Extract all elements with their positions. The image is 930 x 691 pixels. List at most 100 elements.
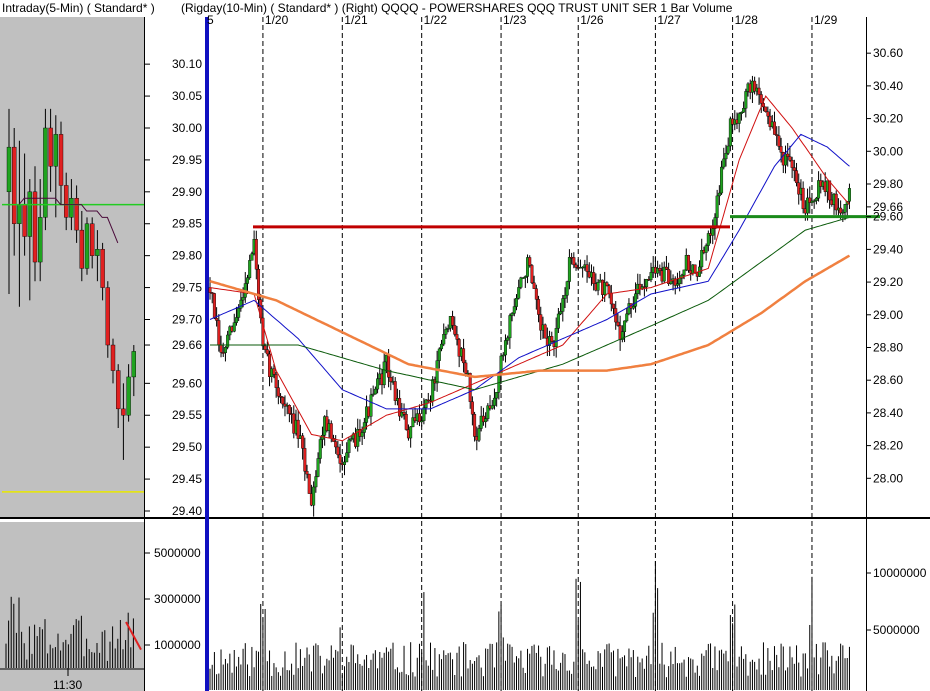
price-bar bbox=[550, 336, 554, 342]
intraday-bar bbox=[115, 370, 121, 410]
price-bar bbox=[272, 368, 276, 375]
price-bar bbox=[779, 146, 783, 153]
price-tick-label: 29.75 bbox=[172, 281, 202, 295]
intraday-bar bbox=[48, 127, 53, 167]
left-pane-title: Intraday(5-Min) ( Standard* ) bbox=[2, 1, 155, 15]
price-bar bbox=[623, 320, 627, 332]
price-tick-label: 29.40 bbox=[172, 504, 202, 518]
price-bar bbox=[532, 282, 536, 289]
intraday-bar bbox=[32, 191, 38, 263]
price-bar bbox=[534, 288, 538, 300]
price-bar bbox=[212, 293, 216, 319]
price-bar bbox=[276, 387, 280, 397]
price-bar bbox=[814, 197, 818, 201]
left-pane-bg bbox=[0, 17, 144, 517]
price-bar bbox=[704, 245, 708, 253]
intraday-volume-tick-label: 5000000 bbox=[154, 546, 201, 560]
price-bar bbox=[519, 277, 523, 288]
price-bar bbox=[649, 272, 653, 281]
price-bar bbox=[537, 299, 541, 315]
price-bar bbox=[404, 414, 408, 430]
price-bar bbox=[473, 414, 477, 437]
price-bar bbox=[389, 377, 393, 382]
intraday-bar bbox=[38, 217, 43, 263]
price-bar bbox=[470, 401, 474, 415]
price-bar bbox=[281, 397, 285, 405]
cursor-line[interactable] bbox=[205, 17, 209, 691]
price-bar bbox=[788, 156, 792, 161]
price-bar bbox=[318, 439, 322, 459]
price-bar bbox=[530, 265, 534, 284]
price-tick-label: 29.66 bbox=[172, 338, 202, 352]
price-bar bbox=[678, 278, 682, 285]
price-bar bbox=[237, 307, 241, 318]
price-bar bbox=[711, 228, 715, 236]
right-price-tick-label: 29.00 bbox=[873, 308, 903, 322]
price-tick-label: 29.95 bbox=[172, 153, 202, 167]
price-bar bbox=[631, 306, 635, 309]
price-bar bbox=[792, 167, 796, 171]
price-bar bbox=[343, 461, 347, 465]
price-bar bbox=[543, 324, 547, 339]
right-price-tick-label: 28.80 bbox=[873, 340, 903, 354]
price-bar bbox=[556, 313, 560, 329]
price-bar bbox=[616, 321, 620, 326]
right-price-tick-label: 29.80 bbox=[873, 177, 903, 191]
date-label: 1/27 bbox=[657, 13, 681, 27]
intraday-bar bbox=[100, 249, 105, 288]
price-bar bbox=[369, 394, 373, 417]
price-bar bbox=[484, 418, 488, 423]
price-bar bbox=[772, 121, 776, 135]
price-tick-label: 30.00 bbox=[172, 121, 202, 135]
moving-average-orange bbox=[209, 254, 851, 379]
price-bar bbox=[612, 303, 616, 309]
price-bar bbox=[605, 282, 609, 286]
price-bar bbox=[435, 360, 439, 384]
price-bar bbox=[790, 160, 794, 168]
intraday-bar bbox=[74, 198, 79, 231]
price-tick-label: 30.10 bbox=[172, 57, 202, 71]
price-bar bbox=[329, 423, 333, 439]
price-bar bbox=[360, 432, 364, 437]
price-bar bbox=[700, 250, 704, 268]
volume-tick-label: 10000000 bbox=[873, 566, 927, 580]
price-bar bbox=[737, 113, 741, 124]
price-bar bbox=[777, 135, 781, 147]
price-bar bbox=[565, 281, 569, 296]
intraday-bar bbox=[121, 408, 126, 416]
price-tick-label: 30.05 bbox=[172, 89, 202, 103]
date-label: 1/23 bbox=[503, 13, 527, 27]
price-bar bbox=[234, 317, 238, 323]
date-label: 1/20 bbox=[265, 13, 289, 27]
price-bar bbox=[437, 348, 441, 361]
price-tick-label: 29.55 bbox=[172, 408, 202, 422]
intraday-bar bbox=[79, 229, 85, 269]
moving-average-green bbox=[210, 216, 850, 391]
intraday-bar bbox=[53, 134, 58, 167]
price-bar bbox=[265, 349, 269, 355]
right-price-tick-label: 30.00 bbox=[873, 144, 903, 158]
price-bar bbox=[843, 204, 847, 213]
price-bar bbox=[245, 277, 249, 284]
price-bar bbox=[786, 153, 790, 157]
right-price-tick-label: 28.00 bbox=[873, 471, 903, 485]
price-tick-label: 29.80 bbox=[172, 249, 202, 263]
right-price-tick-label: 29.20 bbox=[873, 275, 903, 289]
price-bar bbox=[241, 297, 245, 301]
price-bar bbox=[567, 257, 571, 282]
price-tick-label: 29.90 bbox=[172, 185, 202, 199]
price-bar bbox=[724, 152, 728, 160]
volume-tick-label: 5000000 bbox=[873, 623, 920, 637]
price-bar bbox=[675, 283, 679, 286]
price-bar bbox=[739, 111, 743, 114]
price-bar bbox=[287, 405, 291, 414]
moving-average-blue bbox=[209, 133, 850, 410]
price-bar bbox=[572, 257, 576, 266]
price-bar bbox=[464, 362, 468, 374]
price-bar bbox=[303, 448, 307, 472]
right-price-tick-label: 30.20 bbox=[873, 112, 903, 126]
price-tick-label: 29.50 bbox=[172, 440, 202, 454]
price-bar bbox=[503, 340, 507, 356]
price-bar bbox=[847, 188, 851, 202]
price-bar bbox=[686, 255, 690, 271]
